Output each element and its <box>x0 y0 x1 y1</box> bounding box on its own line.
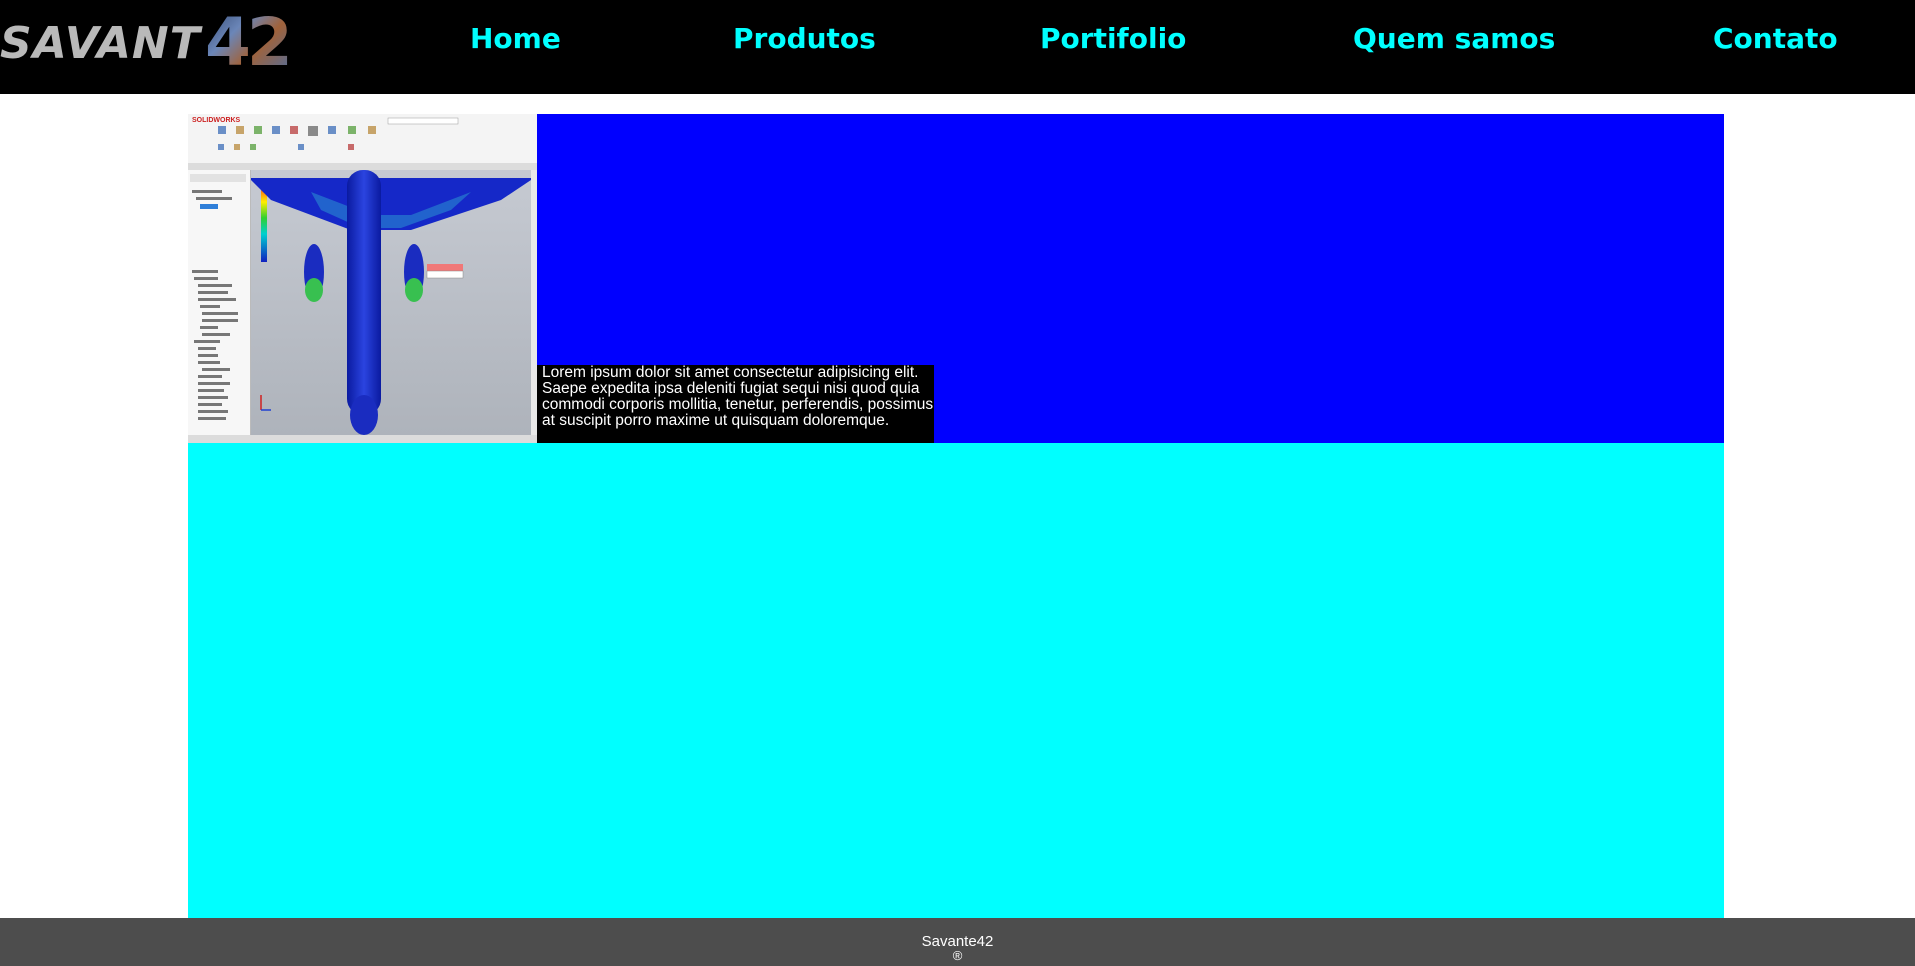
feature-caption: Lorem ipsum dolor sit amet consectetur a… <box>537 365 934 443</box>
cad-feature-tree <box>188 170 251 435</box>
logo-wordmark: SAVANT <box>0 18 201 69</box>
cad-tree-lines <box>190 174 246 420</box>
registered-mark-icon: ® <box>952 948 963 963</box>
nav-portifolio-link[interactable]: Portifolio <box>1040 22 1186 55</box>
logo-number: 42 <box>205 4 293 81</box>
cad-brand-logo: SOLIDWORKS <box>192 117 241 124</box>
site-footer: Savante42 ® <box>0 918 1915 966</box>
nav-quem-samos-link[interactable]: Quem samos <box>1353 22 1555 55</box>
nav-produtos-link[interactable]: Produtos <box>733 22 876 55</box>
site-header: SAVANT 42 Home Produtos Portifolio Quem … <box>0 0 1915 94</box>
main-content: SOLIDWORKS Lorem ipsum dolor sit amet co… <box>188 114 1724 918</box>
cad-status-bar <box>188 435 537 443</box>
nav-contato-link[interactable]: Contato <box>1713 22 1838 55</box>
content-section <box>188 443 1724 918</box>
cad-tab-strip <box>188 163 537 170</box>
cad-toolbar-icons <box>218 117 459 150</box>
cad-screenshot-image: SOLIDWORKS <box>188 114 537 443</box>
site-logo[interactable]: SAVANT 42 <box>0 4 330 81</box>
nav-home-link[interactable]: Home <box>470 22 561 55</box>
cad-ribbon: SOLIDWORKS <box>188 114 537 170</box>
feature-banner: SOLIDWORKS Lorem ipsum dolor sit amet co… <box>188 114 1724 443</box>
cad-3d-viewport <box>251 170 531 435</box>
airplane-simulation-icon <box>251 170 531 435</box>
